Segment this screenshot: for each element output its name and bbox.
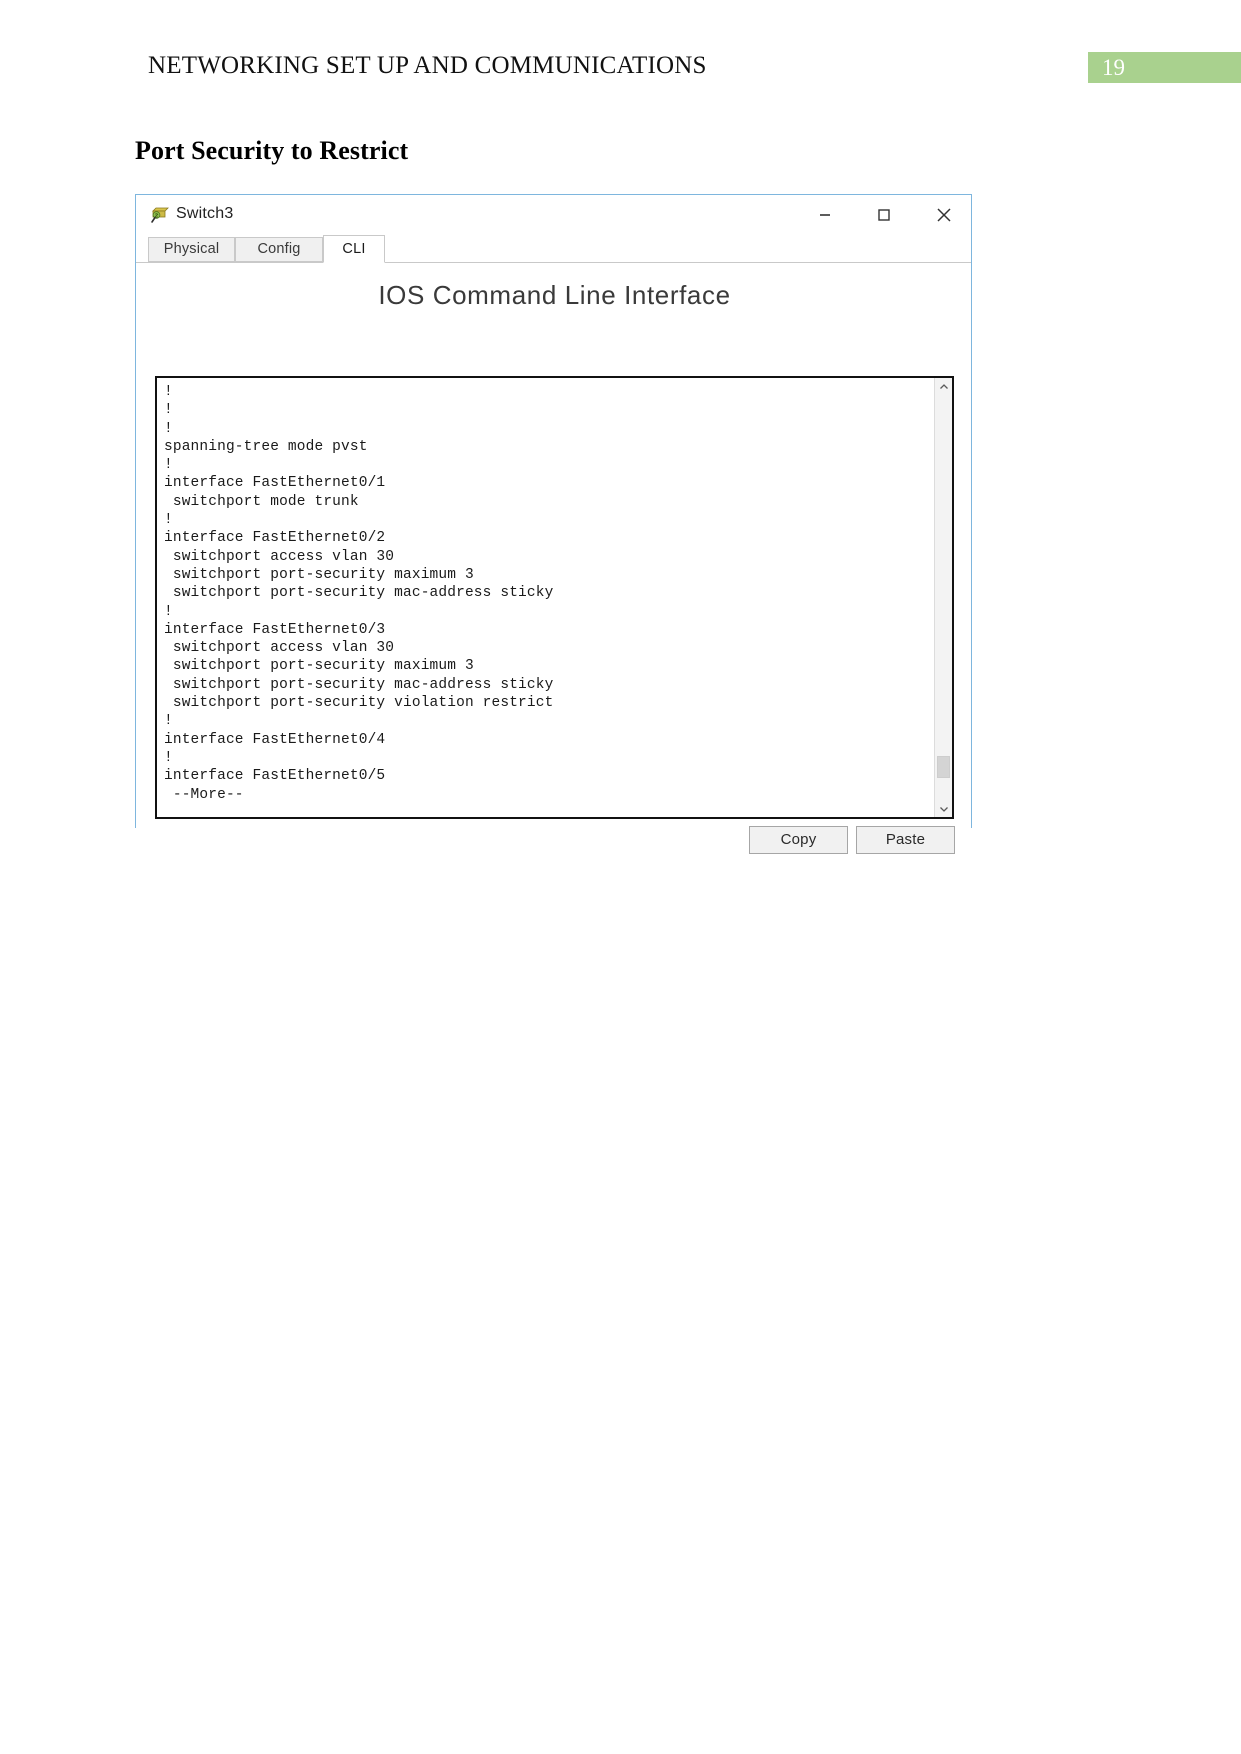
cli-heading: IOS Command Line Interface <box>378 280 731 310</box>
cli-scrollbar[interactable] <box>934 378 952 817</box>
window-title-bar: Switch3 <box>136 195 971 235</box>
tab-cli[interactable]: CLI <box>323 235 385 263</box>
page-number-badge: 19 <box>1088 52 1241 83</box>
cli-pane: IOS Command Line Interface ! ! ! spannin… <box>136 263 971 854</box>
switch-device-icon <box>149 205 169 225</box>
cli-terminal-text: ! ! ! spanning-tree mode pvst ! interfac… <box>164 384 554 803</box>
copy-button[interactable]: Copy <box>749 826 848 854</box>
close-icon[interactable] <box>921 195 967 234</box>
chevron-down-icon[interactable] <box>935 800 952 817</box>
paste-button[interactable]: Paste <box>856 826 955 854</box>
cli-scrollbar-thumb[interactable] <box>937 756 950 778</box>
maximize-icon[interactable] <box>861 195 907 234</box>
tab-physical[interactable]: Physical <box>148 237 235 262</box>
document-header: NETWORKING SET UP AND COMMUNICATIONS 19 <box>0 0 1241 100</box>
cli-terminal[interactable]: ! ! ! spanning-tree mode pvst ! interfac… <box>155 376 954 819</box>
tab-strip: Physical Config CLI <box>136 235 971 263</box>
page-title: Port Security to Restrict <box>135 136 409 165</box>
document-header-title: NETWORKING SET UP AND COMMUNICATIONS <box>148 52 707 79</box>
window-title: Switch3 <box>176 205 234 222</box>
page-number-text: 19 <box>1102 55 1125 80</box>
minimize-icon[interactable] <box>802 195 848 234</box>
chevron-up-icon[interactable] <box>935 378 952 395</box>
switch-cli-window: Switch3 Physical Config CLI IOS Command … <box>135 194 972 854</box>
tab-config[interactable]: Config <box>235 237 323 262</box>
